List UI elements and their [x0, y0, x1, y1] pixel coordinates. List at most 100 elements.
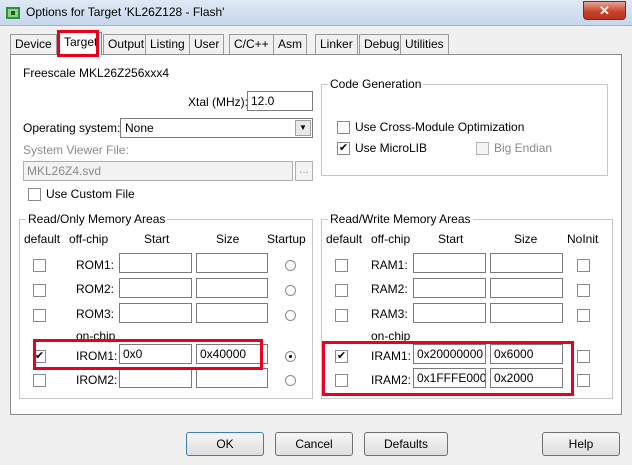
close-button[interactable]: ✕ [583, 1, 626, 20]
microlib-label: Use MicroLIB [355, 141, 428, 155]
irom1-startup-radio[interactable] [285, 351, 296, 362]
irom1-size-input[interactable]: 0x40000 [196, 344, 268, 364]
iram2-start-input[interactable]: 0x1FFFE000 [413, 368, 486, 388]
tab-utilities[interactable]: Utilities [400, 34, 449, 54]
rom-group-title: Read/Only Memory Areas [26, 212, 168, 226]
big-endian-checkbox[interactable] [476, 142, 489, 155]
rom3-startup-radio[interactable] [285, 310, 296, 321]
rom1-size-input[interactable] [196, 253, 268, 273]
rom3-start-input[interactable] [119, 303, 192, 323]
iram1-noinit-checkbox[interactable] [577, 350, 590, 363]
iram1-label: IRAM1: [371, 349, 412, 363]
rom-onchip-label: on-chip [76, 329, 116, 343]
cross-module-label: Use Cross-Module Optimization [355, 120, 525, 134]
irom2-size-input[interactable] [196, 368, 268, 388]
ram2-size-input[interactable] [490, 278, 563, 298]
irom1-label: IROM1: [76, 349, 118, 363]
ok-button[interactable]: OK [186, 432, 264, 456]
rom-header-size: Size [216, 232, 240, 246]
ram2-default-checkbox[interactable] [335, 284, 348, 297]
ram1-start-input[interactable] [413, 253, 486, 273]
rom-header-default: default [24, 232, 61, 246]
big-endian-label: Big Endian [494, 141, 553, 155]
ram2-label: RAM2: [371, 282, 408, 296]
ram1-noinit-checkbox[interactable] [577, 259, 590, 272]
chevron-down-icon[interactable]: ▼ [295, 120, 311, 136]
os-select[interactable]: None ▼ [120, 118, 313, 138]
ram3-size-input[interactable] [490, 303, 563, 323]
tab-debug[interactable]: Debug [359, 34, 405, 54]
code-generation-title: Code Generation [328, 77, 424, 91]
irom2-default-checkbox[interactable] [33, 374, 46, 387]
irom2-start-input[interactable] [119, 368, 192, 388]
ram3-label: RAM3: [371, 307, 408, 321]
ram-header-offchip: off-chip [371, 232, 411, 246]
rom2-default-checkbox[interactable] [33, 284, 46, 297]
irom2-startup-radio[interactable] [285, 375, 296, 386]
microlib-checkbox[interactable]: ✔ [337, 142, 350, 155]
irom1-start-input[interactable]: 0x0 [119, 344, 192, 364]
tab-asm[interactable]: Asm [273, 34, 307, 54]
tab-target[interactable]: Target [59, 32, 103, 55]
svd-browse-button[interactable]: ... [295, 161, 313, 181]
help-button[interactable]: Help [542, 432, 620, 456]
xtal-input[interactable]: 12.0 [247, 91, 313, 111]
ram-header-default: default [326, 232, 363, 246]
ram2-start-input[interactable] [413, 278, 486, 298]
rom3-default-checkbox[interactable] [33, 309, 46, 322]
iram2-label: IRAM2: [371, 373, 412, 387]
tab-listing[interactable]: Listing [145, 34, 190, 54]
xtal-label: Xtal (MHz): [188, 95, 248, 109]
rom2-startup-radio[interactable] [285, 285, 296, 296]
rom2-start-input[interactable] [119, 278, 192, 298]
ram1-label: RAM1: [371, 258, 408, 272]
svd-input[interactable]: MKL26Z4.svd [23, 161, 293, 181]
iram1-start-input[interactable]: 0x20000000 [413, 344, 486, 364]
cancel-button[interactable]: Cancel [275, 432, 353, 456]
keil-app-icon [6, 7, 20, 19]
rom-header-startup: Startup [267, 232, 306, 246]
custom-file-checkbox[interactable] [28, 188, 41, 201]
rom3-label: ROM3: [76, 307, 115, 321]
ram3-default-checkbox[interactable] [335, 309, 348, 322]
iram1-size-input[interactable]: 0x6000 [490, 344, 563, 364]
ram1-size-input[interactable] [490, 253, 563, 273]
ram-header-start: Start [438, 232, 464, 246]
iram2-size-input[interactable]: 0x2000 [490, 368, 563, 388]
ram3-noinit-checkbox[interactable] [577, 309, 590, 322]
code-generation-group: Code Generation Use Cross-Module Optimiz… [321, 77, 608, 176]
rom-header-offchip: off-chip [69, 232, 109, 246]
rom-header-start: Start [144, 232, 170, 246]
target-panel: Freescale MKL26Z256xxx4 Xtal (MHz): 12.0… [10, 54, 622, 415]
tab-device[interactable]: Device [10, 34, 57, 54]
rom2-size-input[interactable] [196, 278, 268, 298]
rom1-start-input[interactable] [119, 253, 192, 273]
ram-onchip-label: on-chip [371, 329, 411, 343]
rom1-startup-radio[interactable] [285, 260, 296, 271]
cross-module-checkbox[interactable] [337, 121, 350, 134]
irom1-default-checkbox[interactable]: ✔ [33, 350, 46, 363]
tab-output[interactable]: Output [103, 34, 150, 54]
custom-file-label: Use Custom File [46, 187, 135, 201]
tab-linker[interactable]: Linker [315, 34, 358, 54]
irom2-label: IROM2: [76, 373, 118, 387]
os-select-value: None [125, 121, 154, 135]
ram2-noinit-checkbox[interactable] [577, 284, 590, 297]
device-name: Freescale MKL26Z256xxx4 [23, 66, 170, 80]
rom1-default-checkbox[interactable] [33, 259, 46, 272]
window-title: Options for Target 'KL26Z128 - Flash' [26, 5, 225, 19]
ram-header-noinit: NoInit [567, 232, 599, 246]
defaults-button[interactable]: Defaults [364, 432, 448, 456]
iram2-noinit-checkbox[interactable] [577, 374, 590, 387]
tab-c-cpp[interactable]: C/C++ [229, 34, 274, 54]
ram3-start-input[interactable] [413, 303, 486, 323]
ram1-default-checkbox[interactable] [335, 259, 348, 272]
svd-label: System Viewer File: [23, 143, 129, 157]
iram1-default-checkbox[interactable]: ✔ [335, 350, 348, 363]
ram-header-size: Size [514, 232, 538, 246]
title-bar: Options for Target 'KL26Z128 - Flash' ✕ [0, 0, 632, 26]
iram2-default-checkbox[interactable] [335, 374, 348, 387]
tab-user[interactable]: User [189, 34, 225, 54]
rom3-size-input[interactable] [196, 303, 268, 323]
rom1-label: ROM1: [76, 258, 115, 272]
